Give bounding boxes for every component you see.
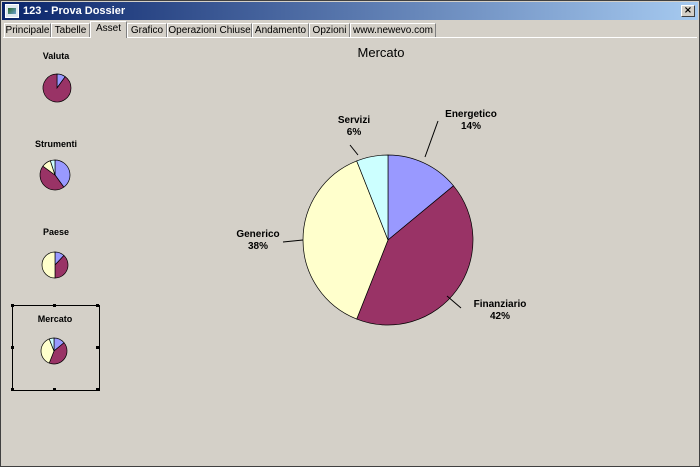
leader-line [349, 144, 359, 156]
leader-line [282, 239, 304, 243]
leader-line [446, 295, 462, 309]
leader-line [424, 120, 439, 158]
pie-charts [39, 73, 474, 365]
tab-asset[interactable]: Asset [90, 21, 127, 38]
mini-valuta-b [42, 73, 72, 103]
mini-paese-c [41, 251, 56, 279]
app-window: 123 - Prova Dossier × Principale Tabelle… [0, 0, 700, 467]
